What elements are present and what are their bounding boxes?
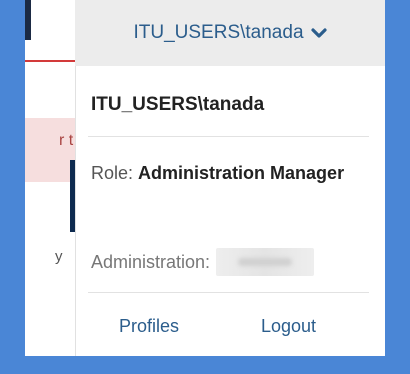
user-dropdown-menu: ITU_USERS\tanada Role: Administration Ma…: [75, 66, 385, 356]
profiles-link[interactable]: Profiles: [119, 316, 179, 337]
background-alert: r t: [25, 118, 75, 182]
user-menu-label: ITU_USERS\tanada: [133, 22, 304, 43]
background-divider: [25, 60, 75, 62]
administration-label: Administration:: [91, 251, 211, 272]
chevron-down-icon: [310, 25, 327, 41]
role-label: Role:: [91, 163, 134, 183]
logout-link[interactable]: Logout: [261, 316, 316, 337]
dropdown-divider: [88, 292, 369, 293]
background-text: y: [55, 248, 63, 265]
dropdown-divider: [88, 136, 369, 137]
dropdown-username: ITU_USERS\tanada: [91, 94, 265, 115]
frame-bottom: [0, 356, 410, 374]
background-navbar: [25, 0, 75, 55]
background-navbar-accent: [25, 0, 31, 40]
user-menu-toggle[interactable]: ITU_USERS\tanada: [75, 0, 385, 66]
role-value: Administration Manager: [138, 163, 345, 183]
administration-value-redacted: [216, 248, 315, 276]
role-info: Role: Administration Manager: [91, 158, 361, 188]
frame-right: [385, 0, 410, 374]
frame-left: [0, 0, 25, 374]
background-alert-text: r t: [59, 132, 74, 149]
background-page: r t y: [25, 0, 78, 356]
administration-info: Administration:: [91, 248, 315, 276]
